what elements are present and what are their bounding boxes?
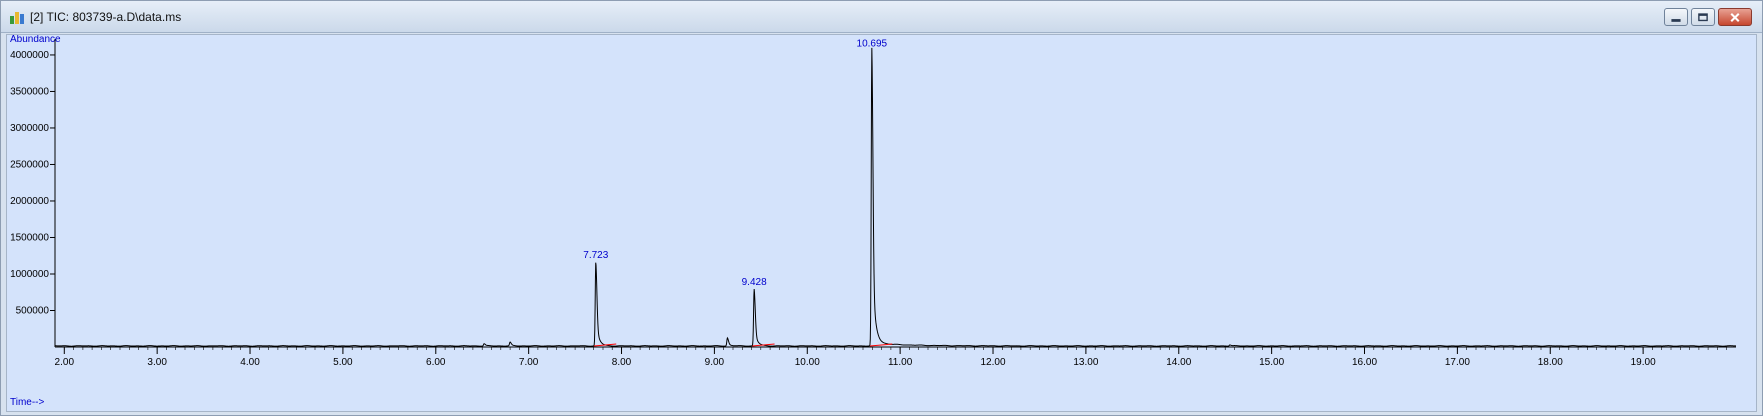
x-tick-label-13.00: 13.00 — [1073, 357, 1098, 368]
y-tick-label-3000000: 3000000 — [10, 123, 49, 134]
peak-label-10.695: 10.695 — [857, 38, 888, 49]
restore-icon — [1698, 13, 1708, 22]
close-button[interactable] — [1718, 8, 1752, 26]
y-tick-label-3500000: 3500000 — [10, 86, 49, 97]
x-tick-label-10.00: 10.00 — [795, 357, 820, 368]
peak-label-7.723: 7.723 — [583, 250, 608, 261]
x-tick-label-2.00: 2.00 — [55, 357, 75, 368]
chromatogram-plot-area[interactable]: Abundance Time--> 2.00 3.00 4.00 5.00 6.00 7.… — [6, 34, 1757, 412]
tic-trace — [54, 47, 1737, 347]
x-tick-label-12.00: 12.00 — [981, 357, 1006, 368]
x-tick-label-7.00: 7.00 — [519, 357, 539, 368]
peak-baseline-10.695 — [869, 343, 893, 347]
chromatogram-window: [2] TIC: 803739-a.D\data.ms Abundance Ti… — [0, 0, 1763, 416]
x-axis-label: Time--> — [10, 397, 45, 408]
chromatogram-app-icon — [10, 12, 24, 24]
x-tick-label-15.00: 15.00 — [1259, 357, 1284, 368]
x-tick-label-4.00: 4.00 — [240, 357, 260, 368]
close-icon — [1730, 12, 1740, 22]
title-bar[interactable]: [2] TIC: 803739-a.D\data.ms — [1, 1, 1762, 33]
restore-button[interactable] — [1691, 8, 1715, 26]
x-tick-label-5.00: 5.00 — [333, 357, 353, 368]
y-tick-label-1500000: 1500000 — [10, 232, 49, 243]
y-axis-label: Abundance — [10, 35, 61, 45]
y-tick-label-4000000: 4000000 — [10, 50, 49, 61]
x-tick-label-17.00: 17.00 — [1445, 357, 1470, 368]
x-tick-label-16.00: 16.00 — [1352, 357, 1377, 368]
x-tick-label-11.00: 11.00 — [888, 357, 913, 368]
tic-chromatogram-chart: Abundance Time--> 2.00 3.00 4.00 5.00 6.00 7.… — [10, 34, 1737, 408]
window-title: [2] TIC: 803739-a.D\data.ms — [30, 10, 182, 24]
x-tick-label-8.00: 8.00 — [612, 357, 632, 368]
y-tick-label-500000: 500000 — [16, 305, 50, 316]
x-tick-label-19.00: 19.00 — [1631, 357, 1656, 368]
y-tick-label-2500000: 2500000 — [10, 159, 49, 170]
y-tick-label-1000000: 1000000 — [10, 269, 49, 280]
x-tick-label-14.00: 14.00 — [1166, 357, 1191, 368]
x-tick-label-9.00: 9.00 — [705, 357, 725, 368]
y-tick-label-2000000: 2000000 — [10, 196, 49, 207]
peak-label-9.428: 9.428 — [742, 277, 767, 288]
x-tick-label-3.00: 3.00 — [147, 357, 167, 368]
x-tick-label-6.00: 6.00 — [426, 357, 446, 368]
x-tick-label-18.00: 18.00 — [1538, 357, 1563, 368]
minimize-icon — [1671, 19, 1681, 22]
minimize-button[interactable] — [1664, 8, 1688, 26]
